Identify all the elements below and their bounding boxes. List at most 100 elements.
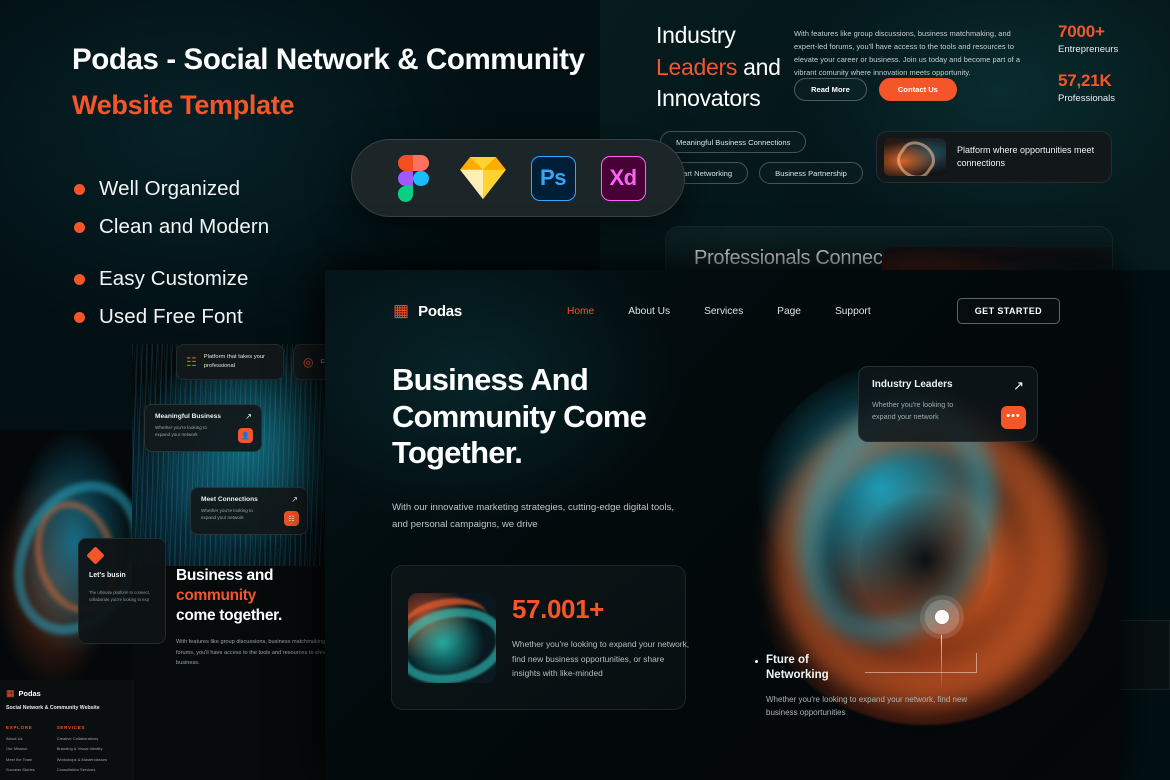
tag-meaningful-business-connections[interactable]: Meaningful Business Connections [660, 131, 807, 153]
industry-card-text: Whether you're looking to expand your ne… [872, 400, 954, 421]
stat-label-professionals: Professionals [1058, 93, 1116, 104]
future-block-text: Whether you're looking to expand your ne… [766, 694, 968, 718]
stat-label-entrepreneurs: Entrepreneurs [1058, 44, 1119, 55]
target-icon: ◎ [303, 355, 314, 369]
feature-item: Used Free Font [74, 298, 269, 336]
future-of-networking-block: Fture of Networking Whether you're looki… [755, 653, 985, 720]
user-badge-icon: 👤 [238, 428, 253, 443]
figma-icon [390, 155, 437, 202]
bullet-dot-icon [74, 183, 85, 195]
feature-item: Clean and Modern [74, 208, 269, 246]
stat-value-professionals: 57,21K [1058, 71, 1112, 90]
mini-card-meet-connections[interactable]: Meet Connections Whether you're looking … [190, 487, 308, 535]
heading-line-3: Innovators [656, 85, 761, 112]
footer-link[interactable]: Success Stories [6, 767, 35, 772]
hero-headline-line-3: Together. [392, 435, 523, 471]
footer-link[interactable]: Meet the Team [6, 757, 35, 762]
nav-item-services[interactable]: Services [704, 306, 743, 317]
footer-mockup: ▦ Podas Social Network & Community Websi… [0, 680, 134, 780]
hero-headline-line-2: Community Come [392, 398, 647, 434]
contact-us-button[interactable]: Contact Us [878, 78, 957, 101]
callout-rule [865, 653, 977, 673]
feature-label: Well Organized [99, 177, 241, 200]
feature-list: Well Organized Clean and Modern Easy Cus… [74, 170, 269, 336]
platform-card-thumbnail [884, 138, 946, 176]
footer-column-explore: EXPLORE About Us Our Mission Meet the Te… [6, 725, 35, 772]
footer-link[interactable]: Consultation Services [57, 767, 107, 772]
footer-tagline: Social Network & Community Website [6, 705, 100, 711]
platform-opportunities-card[interactable]: Platform where opportunities meet connec… [876, 131, 1112, 183]
nav-item-page[interactable]: Page [777, 306, 801, 317]
hero-stat-card: 57.001+ Whether you're looking to expand… [391, 565, 689, 710]
bullet-dot-icon [74, 221, 85, 233]
stat-value-entrepreneurs: 7000+ [1058, 22, 1105, 41]
hero-headline: Business And Community Come Together. [392, 362, 647, 472]
photoshop-label: Ps [530, 155, 576, 201]
lets-business-card[interactable]: Let's busin The ultimate platform to con… [78, 538, 166, 644]
feature-label: Easy Customize [99, 267, 249, 290]
lets-card-text: The ultimate platform to connect, collab… [89, 589, 150, 602]
mini-card-meaningful-business[interactable]: Meaningful Business Whether you're looki… [144, 404, 262, 452]
tag-business-partnership[interactable]: Business Partnership [759, 162, 863, 184]
bullet-dot-icon [74, 273, 85, 285]
promo-copy: Podas - Social Network & Community Websi… [72, 42, 632, 121]
podas-logo-icon: ▦ [393, 301, 410, 320]
adobe-xd-icon: Xd [600, 155, 647, 202]
footer-column-services: SERVICES Creative Collaborations Brandin… [57, 725, 107, 772]
professionals-connect-title: Professionals Connect [694, 247, 888, 269]
tag-group: Meaningful Business Connections Start Ne… [660, 131, 863, 184]
arrow-up-right-icon: ↗ [291, 495, 298, 504]
arrow-up-right-icon: ↗ [245, 412, 252, 421]
footer-link[interactable]: Branding & Visual Identity [57, 746, 107, 751]
footer-link[interactable]: Creative Collaborations [57, 736, 107, 741]
feature-label: Used Free Font [99, 305, 243, 328]
hero-nav-links: Home About Us Services Page Support [567, 306, 871, 317]
hero-brand-name: Podas [418, 302, 463, 320]
highlight-marker-dot [920, 595, 964, 639]
footer-link[interactable]: Our Mission [6, 746, 35, 751]
footer-brand-name: Podas [18, 689, 41, 698]
stat-card-thumbnail [408, 592, 496, 683]
industry-leaders-card[interactable]: Industry Leaders Whether you're looking … [858, 366, 1038, 442]
diamond-icon [86, 546, 105, 565]
bullet-icon [755, 660, 758, 663]
read-more-button[interactable]: Read More [794, 78, 867, 101]
presentation-stage: Industry Leaders and Innovators With fea… [0, 0, 1170, 780]
footer-column-heading: EXPLORE [6, 725, 33, 730]
software-compatibility-pill: Ps Xd [351, 139, 685, 217]
industry-leaders-paragraph: With features like group discussions, bu… [794, 29, 1021, 77]
sketch-icon [460, 155, 507, 202]
stat-card-value: 57.001+ [512, 593, 604, 624]
lets-card-title: Let's busin [89, 572, 126, 579]
nav-item-home[interactable]: Home [567, 306, 594, 317]
hero-brand[interactable]: ▦ Podas [393, 301, 462, 321]
feature-item: Easy Customize [74, 260, 269, 298]
more-options-icon[interactable]: ••• [1001, 406, 1026, 429]
bullet-dot-icon [74, 311, 85, 323]
pill-platform-professional[interactable]: ☷ Platform that takes your professional [176, 344, 284, 380]
heading-line-1: Industry [656, 22, 736, 48]
hero-subtext: With our innovative marketing strategies… [392, 502, 675, 530]
get-started-button[interactable]: GET STARTED [956, 298, 1060, 324]
mini-card-text: Whether you're looking to expand your ne… [155, 425, 207, 438]
connection-badge-icon: ☷ [284, 511, 299, 526]
xd-label: Xd [600, 155, 646, 201]
hero-website-mockup: ▦ Podas Home About Us Services Page Supp… [325, 270, 1120, 780]
arrow-up-right-icon[interactable]: ↗ [1013, 378, 1024, 394]
mini-card-text: Whether you're looking to expand your ne… [201, 508, 253, 521]
industry-leaders-buttons: Read More Contact Us [794, 78, 957, 101]
feature-item: Well Organized [74, 170, 269, 208]
nav-item-support[interactable]: Support [835, 306, 871, 317]
hero-headline-line-1: Business And [392, 362, 589, 397]
network-icon: ☷ [186, 355, 197, 369]
nav-item-about-us[interactable]: About Us [628, 306, 670, 317]
page-title: Podas - Social Network & Community [72, 43, 585, 76]
footer-link[interactable]: About Us [6, 736, 35, 741]
industry-card-title: Industry Leaders [872, 379, 953, 390]
pill-label: Platform that takes your professional [203, 354, 265, 369]
stat-card-text: Whether you're looking to expand your ne… [512, 638, 690, 679]
platform-card-text: Platform where opportunities meet connec… [957, 145, 1095, 168]
hero-navbar: ▦ Podas Home About Us Services Page Supp… [325, 270, 1120, 352]
heading-orange: Leaders [656, 53, 738, 80]
footer-link[interactable]: Workshops & Masterclasses [57, 757, 107, 762]
